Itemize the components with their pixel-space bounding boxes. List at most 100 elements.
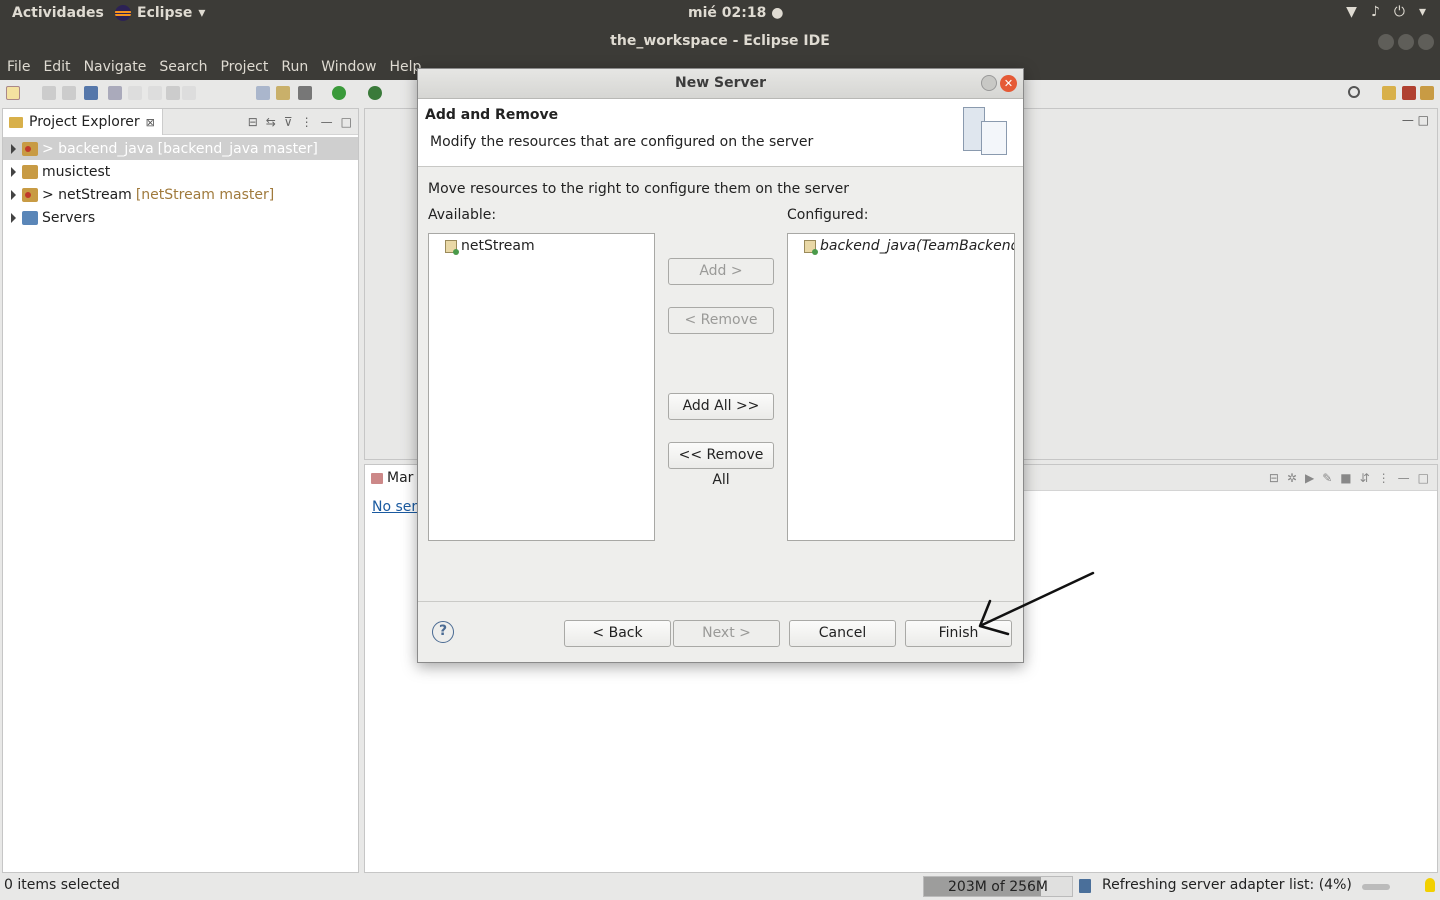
project-icon [22, 164, 38, 179]
stop-server-icon[interactable]: ■ [1340, 471, 1351, 485]
back-button[interactable]: < Back [564, 620, 671, 647]
list-item-label: backend_java(TeamBackendJ [820, 238, 1015, 254]
terminate-icon[interactable] [166, 86, 180, 100]
minimize-icon[interactable]: — [1398, 471, 1410, 485]
disconnect-icon[interactable] [182, 86, 196, 100]
collapse-icon[interactable]: ⊟ [1269, 471, 1279, 485]
close-icon[interactable] [1418, 34, 1434, 50]
lightbulb-icon[interactable] [1425, 878, 1435, 892]
tree-item-servers[interactable]: Servers [3, 206, 358, 229]
progress-message: Refreshing server adapter list: (4%) [1102, 877, 1352, 893]
menu-file[interactable]: File [7, 56, 30, 80]
link-editor-icon[interactable]: ⇆ [266, 115, 276, 129]
toggle-icon[interactable] [256, 86, 270, 100]
page-description: Modify the resources that are configured… [430, 134, 814, 150]
profile-server-icon[interactable]: ✎ [1322, 471, 1332, 485]
heap-status[interactable]: 203M of 256M [923, 876, 1073, 897]
new-icon[interactable] [6, 86, 20, 100]
project-explorer-icon [9, 116, 23, 128]
annotation-arrow-icon [978, 571, 1095, 636]
next-button[interactable]: Next > [673, 620, 780, 647]
volume-icon: ♪ [1370, 4, 1380, 20]
system-tray[interactable]: ▼ ♪ ⏻ ▾ [1346, 4, 1426, 20]
configured-list[interactable]: backend_java(TeamBackendJ [787, 233, 1015, 541]
save-all-icon[interactable] [62, 86, 76, 100]
clock[interactable]: mié 02:18 ● [688, 5, 783, 21]
menu-navigate[interactable]: Navigate [84, 56, 147, 80]
app-menu[interactable]: Eclipse ▾ [115, 5, 205, 21]
remove-all-button[interactable]: << Remove All [668, 442, 774, 488]
maximize-icon[interactable] [981, 75, 997, 91]
expand-arrow-icon[interactable] [11, 212, 16, 223]
create-server-link[interactable]: No ser [372, 499, 417, 515]
maximize-icon[interactable] [1398, 34, 1414, 50]
activities-button[interactable]: Actividades [12, 5, 104, 21]
available-list[interactable]: netStream [428, 233, 655, 541]
open-perspective-icon[interactable] [1382, 86, 1396, 100]
debug-server-icon[interactable]: ✲ [1287, 471, 1297, 485]
publish-icon[interactable]: ⇵ [1360, 471, 1370, 485]
search-icon[interactable] [1348, 86, 1360, 98]
selection-status: 0 items selected [4, 877, 120, 893]
dialog-title: New Server [674, 75, 767, 91]
cancel-button[interactable]: Cancel [789, 620, 896, 647]
tree-item-label: Servers [42, 209, 96, 226]
menu-project[interactable]: Project [220, 56, 268, 80]
tab-project-explorer[interactable]: Project Explorer ⊠ [3, 109, 163, 135]
menu-window[interactable]: Window [321, 56, 376, 80]
maximize-icon[interactable]: □ [341, 115, 352, 129]
tree-item-musictest[interactable]: musictest [3, 160, 358, 183]
minimize-icon[interactable]: — [321, 115, 333, 129]
tree-item-netstream[interactable]: > netStream [netStream master] [3, 183, 358, 206]
web-module-icon [445, 239, 459, 255]
close-icon[interactable]: ⊠ [146, 116, 155, 129]
tab-markers[interactable]: Mar [365, 465, 425, 491]
expand-arrow-icon[interactable] [11, 143, 16, 154]
expand-arrow-icon[interactable] [11, 189, 16, 200]
list-item-label: netStream [461, 238, 535, 254]
add-button[interactable]: Add > [668, 258, 774, 285]
start-server-icon[interactable]: ▶ [1305, 471, 1314, 485]
view-menu-icon[interactable]: ⋮ [301, 115, 313, 129]
maximize-icon[interactable]: □ [1418, 471, 1429, 485]
project-explorer-header: Project Explorer ⊠ ⊟ ⇆ ⊽ ⋮ — □ [3, 109, 358, 135]
debug-icon[interactable] [298, 86, 312, 100]
skip-breakpoints-icon[interactable] [108, 86, 122, 100]
menu-edit[interactable]: Edit [43, 56, 70, 80]
terminal-icon[interactable] [84, 86, 98, 100]
external-tools-icon[interactable] [368, 86, 382, 100]
configured-label: Configured: [787, 207, 869, 223]
markers-icon [371, 472, 383, 484]
list-item[interactable]: backend_java(TeamBackendJ [804, 238, 1015, 255]
save-icon[interactable] [42, 86, 56, 100]
garbage-collect-icon[interactable] [1079, 879, 1091, 893]
suspend-icon[interactable] [148, 86, 162, 100]
project-explorer-tools: ⊟ ⇆ ⊽ ⋮ — □ [248, 115, 352, 129]
collapse-all-icon[interactable]: ⊟ [248, 115, 258, 129]
java-ee-perspective-icon[interactable] [1402, 86, 1416, 100]
view-menu-icon[interactable]: ⋮ [1378, 471, 1390, 485]
git-project-icon [22, 141, 38, 156]
available-label: Available: [428, 207, 497, 223]
close-icon[interactable]: ✕ [1000, 75, 1017, 92]
tree-item-backend-java[interactable]: > backend_java [backend_java master] [3, 137, 358, 160]
progress-bar[interactable] [1362, 884, 1390, 890]
list-item[interactable]: netStream [445, 238, 535, 255]
window-title-bar: the_workspace - Eclipse IDE [0, 27, 1440, 56]
filter-icon[interactable]: ⊽ [284, 115, 293, 129]
open-task-icon[interactable] [276, 86, 290, 100]
window-controls [1378, 34, 1434, 50]
java-perspective-icon[interactable] [1420, 86, 1434, 100]
power-icon: ⏻ [1393, 4, 1405, 20]
menu-run[interactable]: Run [281, 56, 308, 80]
expand-arrow-icon[interactable] [11, 166, 16, 177]
minimize-icon[interactable] [1378, 34, 1394, 50]
help-icon[interactable]: ? [432, 621, 454, 643]
run-icon[interactable] [332, 86, 346, 100]
add-all-button[interactable]: Add All >> [668, 393, 774, 420]
resume-icon[interactable] [128, 86, 142, 100]
remove-button[interactable]: < Remove [668, 307, 774, 334]
editor-minmax-icon[interactable]: — □ [1402, 113, 1429, 127]
servers-folder-icon [22, 210, 38, 225]
menu-search[interactable]: Search [159, 56, 207, 80]
